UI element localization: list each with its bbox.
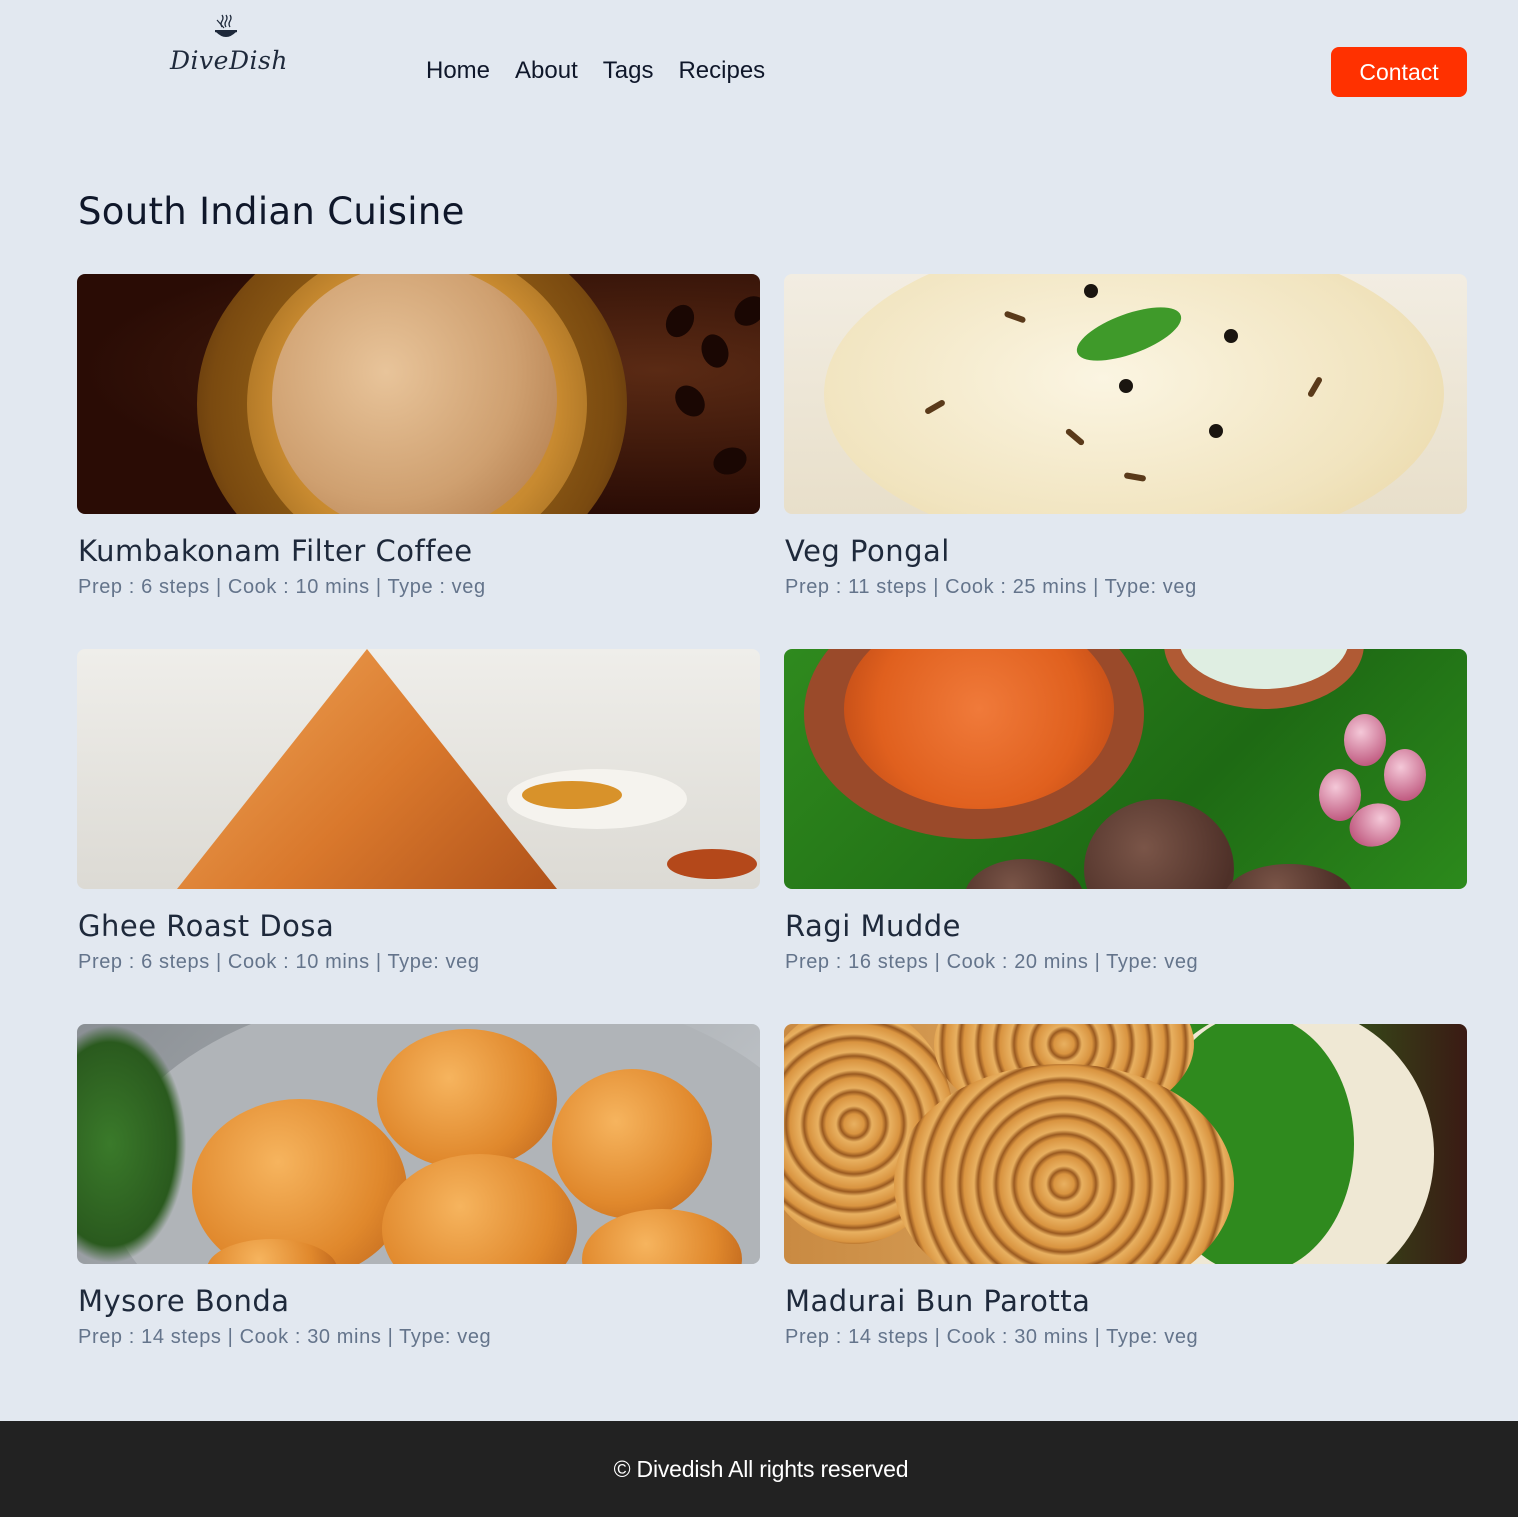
- contact-button[interactable]: Contact: [1331, 47, 1467, 97]
- nav-link-tags[interactable]: Tags: [603, 57, 654, 85]
- bonda-shape: [552, 1069, 712, 1219]
- recipe-title[interactable]: Kumbakonam Filter Coffee: [78, 534, 760, 568]
- recipe-card[interactable]: Veg Pongal Prep : 11 steps | Cook : 25 m…: [784, 274, 1467, 649]
- nav-link-about[interactable]: About: [515, 57, 578, 85]
- nav-link-home[interactable]: Home: [426, 57, 490, 85]
- recipe-title[interactable]: Madurai Bun Parotta: [785, 1284, 1467, 1318]
- ragi-ball-shape: [1224, 864, 1354, 889]
- nav-link-recipes[interactable]: Recipes: [678, 57, 765, 85]
- recipe-meta: Prep : 16 steps | Cook : 20 mins | Type:…: [785, 951, 1199, 973]
- pepper-shape: [1119, 379, 1133, 393]
- veg-pongal-photo[interactable]: [784, 274, 1467, 514]
- page-title: South Indian Cuisine: [78, 190, 465, 233]
- chutney-shape: [522, 781, 622, 809]
- ragi-mudde-photo[interactable]: [784, 649, 1467, 889]
- copyright-text: © Divedish All rights reserved: [613, 1455, 909, 1482]
- filter-coffee-photo[interactable]: [77, 274, 760, 514]
- recipe-card[interactable]: Madurai Bun Parotta Prep : 14 steps | Co…: [784, 1024, 1467, 1399]
- recipe-title[interactable]: Veg Pongal: [785, 534, 1467, 568]
- steaming-bowl-icon: [215, 14, 237, 37]
- footer: © Divedish All rights reserved: [0, 1421, 1518, 1517]
- pepper-shape: [1209, 424, 1223, 438]
- recipe-grid: Kumbakonam Filter Coffee Prep : 6 steps …: [77, 274, 1467, 1399]
- recipe-card[interactable]: Ghee Roast Dosa Prep : 6 steps | Cook : …: [77, 649, 760, 1024]
- recipe-meta: Prep : 14 steps | Cook : 30 mins | Type:…: [785, 1326, 1199, 1348]
- pepper-shape: [1224, 329, 1238, 343]
- recipe-meta: Prep : 11 steps | Cook : 25 mins | Type:…: [785, 576, 1197, 598]
- recipe-meta: Prep : 14 steps | Cook : 30 mins | Type:…: [78, 1326, 492, 1348]
- coffee-bean-shape: [669, 379, 711, 423]
- recipe-meta: Prep : 6 steps | Cook : 10 mins | Type :…: [78, 576, 486, 598]
- recipe-title[interactable]: Mysore Bonda: [78, 1284, 760, 1318]
- ragi-ball-shape: [1084, 799, 1234, 889]
- recipe-title[interactable]: Ghee Roast Dosa: [78, 909, 760, 943]
- recipe-meta: Prep : 6 steps | Cook : 10 mins | Type: …: [78, 951, 480, 973]
- coffee-bean-shape: [728, 290, 760, 332]
- bonda-shape: [377, 1029, 557, 1169]
- dosa-cone-shape: [177, 649, 557, 889]
- brand-logo[interactable]: DiveDish: [170, 14, 288, 84]
- shallot-shape: [1344, 714, 1386, 766]
- recipe-card[interactable]: Ragi Mudde Prep : 16 steps | Cook : 20 m…: [784, 649, 1467, 1024]
- coffee-bean-shape: [696, 330, 734, 372]
- coffee-bean-shape: [660, 299, 700, 343]
- pepper-shape: [1084, 284, 1098, 298]
- chutney-shape: [667, 849, 757, 879]
- madurai-bun-parotta-photo[interactable]: [784, 1024, 1467, 1264]
- recipe-title[interactable]: Ragi Mudde: [785, 909, 1467, 943]
- ragi-ball-shape: [964, 859, 1084, 889]
- coriander-shape: [77, 1024, 187, 1264]
- coffee-foam-shape: [272, 274, 557, 514]
- navbar: DiveDish Home About Tags Recipes Contact: [0, 0, 1518, 140]
- mysore-bonda-photo[interactable]: [77, 1024, 760, 1264]
- recipe-card[interactable]: Mysore Bonda Prep : 14 steps | Cook : 30…: [77, 1024, 760, 1399]
- recipe-card[interactable]: Kumbakonam Filter Coffee Prep : 6 steps …: [77, 274, 760, 649]
- shallot-shape: [1384, 749, 1426, 801]
- brand-name: DiveDish: [170, 46, 288, 75]
- nav-links: Home About Tags Recipes: [426, 57, 790, 85]
- ghee-roast-dosa-photo[interactable]: [77, 649, 760, 889]
- bonda-shape: [192, 1099, 407, 1264]
- coffee-bean-shape: [709, 442, 751, 480]
